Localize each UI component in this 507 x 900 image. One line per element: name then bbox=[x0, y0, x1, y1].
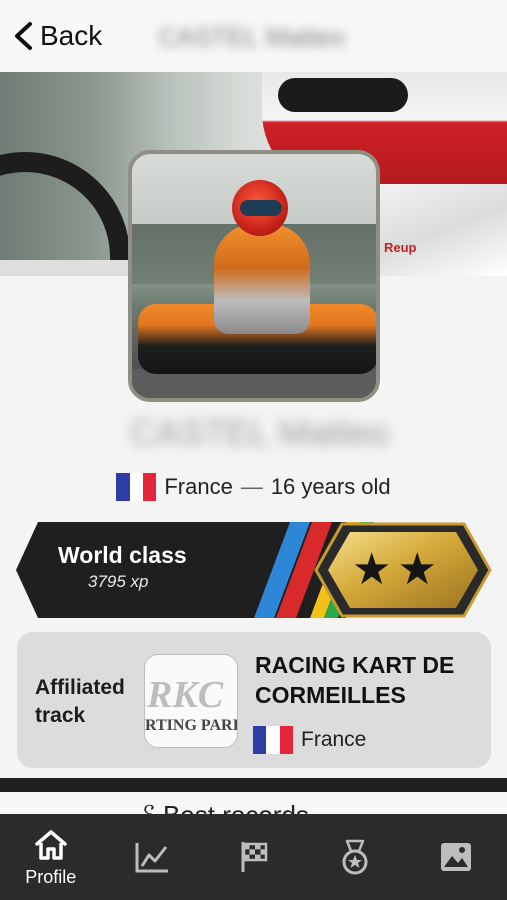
header-title: CASTEL Matteo bbox=[158, 22, 345, 52]
chart-icon bbox=[135, 843, 169, 873]
tab-achievements[interactable] bbox=[304, 814, 405, 900]
rank-stars: ★★ bbox=[352, 545, 443, 594]
medal-icon bbox=[342, 839, 368, 875]
top-bar: Back CASTEL Matteo bbox=[0, 0, 507, 72]
profile-photo[interactable] bbox=[128, 150, 380, 402]
image-icon bbox=[441, 843, 472, 871]
chevron-left-icon bbox=[15, 22, 32, 50]
tab-profile-label: Profile bbox=[25, 866, 77, 887]
track-name: RACING KART DE CORMEILLES bbox=[255, 652, 455, 708]
track-country: France bbox=[301, 728, 367, 751]
info-separator: — bbox=[240, 474, 263, 499]
track-logo-text: RKC bbox=[147, 674, 224, 716]
track-country-row: France bbox=[253, 726, 366, 754]
best-records-section[interactable]: ℰ Best records bbox=[0, 792, 507, 816]
rank-xp: 3795 xp bbox=[88, 572, 149, 591]
affiliated-track-card[interactable]: Affiliated track RKC RTING PARI RACING K… bbox=[17, 632, 491, 768]
tab-statistics[interactable] bbox=[101, 814, 202, 900]
tab-profile[interactable]: Profile bbox=[0, 814, 101, 900]
back-label: Back bbox=[40, 20, 103, 51]
track-logo: RKC RTING PARI bbox=[144, 654, 238, 748]
checkered-flag-icon bbox=[241, 842, 267, 872]
france-flag-icon bbox=[253, 726, 293, 754]
back-button[interactable]: Back bbox=[12, 16, 102, 56]
driver-country: France bbox=[164, 474, 233, 499]
rank-title: World class bbox=[58, 542, 187, 568]
affiliated-track-label: Affiliated track bbox=[35, 676, 125, 727]
section-divider bbox=[0, 778, 507, 792]
rank-banner[interactable]: World class 3795 xp ★★ bbox=[16, 522, 492, 618]
driver-info-row: France — 16 years old bbox=[0, 470, 507, 504]
track-logo-subtext: RTING PARI bbox=[145, 717, 238, 734]
driver-name: CASTEL Matteo bbox=[130, 412, 389, 453]
home-icon bbox=[34, 829, 67, 860]
bottom-tab-bar: Profile bbox=[0, 814, 507, 900]
tab-races[interactable] bbox=[203, 814, 304, 900]
driver-age: 16 years old bbox=[270, 474, 391, 499]
tab-gallery[interactable] bbox=[406, 814, 507, 900]
france-flag-icon bbox=[116, 473, 157, 501]
